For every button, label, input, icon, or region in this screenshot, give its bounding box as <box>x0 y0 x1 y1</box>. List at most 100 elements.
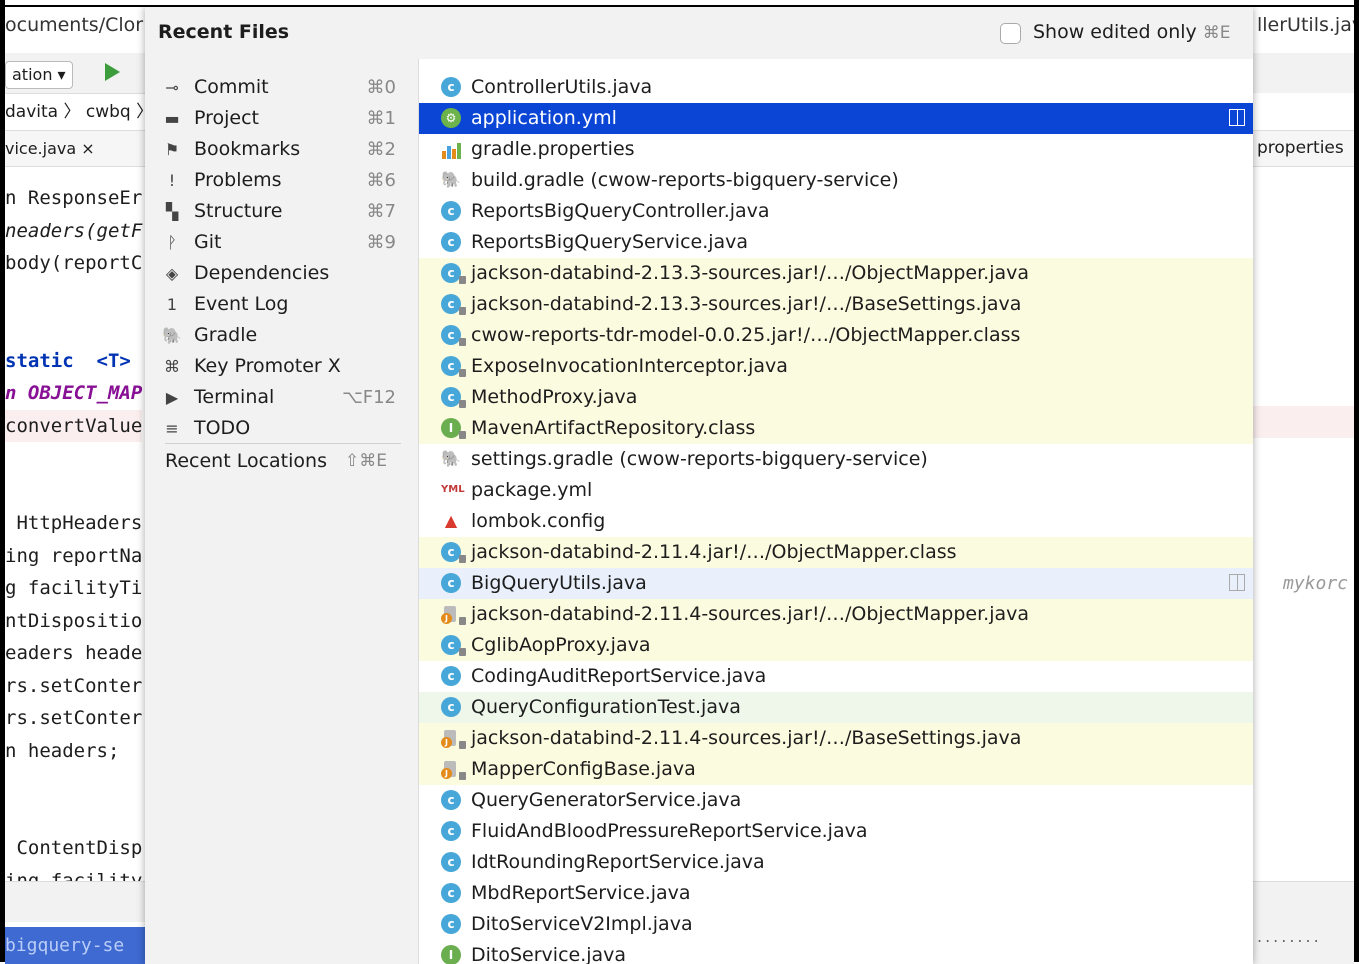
nav-item-shortcut: ⌘0 <box>366 77 396 98</box>
nav-item-structure[interactable]: ▚ Structure ⌘7 <box>145 196 418 227</box>
recent-file-row[interactable]: c CodingAuditReportService.java <box>419 661 1253 692</box>
lombok-icon: ▲ <box>444 511 458 530</box>
recent-file-row[interactable]: Jjackson-databind-2.11.4-sources.jar!/…/… <box>419 723 1253 754</box>
nav-item-label: Gradle <box>194 324 258 346</box>
nav-item-event-log[interactable]: 1 Event Log <box>145 289 418 320</box>
recent-files-list[interactable]: c ControllerUtils.java ⚙ application.yml gra… <box>419 59 1253 964</box>
recent-locations-link[interactable]: Recent Locations <box>165 446 327 477</box>
main-toolbar: ation ▾ <box>5 53 145 94</box>
show-edited-only-shortcut: ⌘E <box>1202 23 1231 43</box>
recent-file-row[interactable]: 🐘 settings.gradle (cwow-reports-bigquery-… <box>419 444 1253 475</box>
code-editor[interactable]: n ResponseEr neaders(getF body(reportC s… <box>5 182 143 897</box>
recent-file-row[interactable]: c FluidAndBloodPressureReportService.java <box>419 816 1253 847</box>
recent-file-row[interactable]: c MbdReportService.java <box>419 878 1253 909</box>
nav-item-commit[interactable]: ⊸ Commit ⌘0 <box>145 72 418 103</box>
class-locked-icon: c <box>441 325 466 346</box>
nav-item-project[interactable]: ▬ Project ⌘1 <box>145 103 418 134</box>
nav-item-key-promoter-x[interactable]: ⌘ Key Promoter X <box>145 351 418 382</box>
recent-file-row[interactable]: c DitoServiceV2Impl.java <box>419 909 1253 940</box>
popup-header: Recent Files Show edited only ⌘E <box>145 7 1253 59</box>
nav-item-label: Problems <box>194 169 282 191</box>
spring-config-icon: ⚙ <box>441 108 461 128</box>
run-icon[interactable] <box>105 63 120 81</box>
recent-file-row[interactable]: J MapperConfigBase.java <box>419 754 1253 785</box>
nav-item-terminal[interactable]: ▶ Terminal ⌥F12 <box>145 382 418 413</box>
recent-file-row[interactable]: gradle.properties <box>419 134 1253 165</box>
class-icon: c <box>441 201 461 221</box>
key-promoter-icon: ⌘ <box>164 357 180 376</box>
recent-file-row[interactable]: c ControllerUtils.java <box>419 72 1253 103</box>
nav-item-shortcut: ⌘6 <box>366 170 396 191</box>
recent-file-row[interactable]: c BigQueryUtils.java <box>419 568 1253 599</box>
run-configuration-selector[interactable]: ation ▾ <box>5 61 73 89</box>
test-class-icon: c <box>441 697 461 717</box>
show-edited-only-label[interactable]: Show edited only ⌘E <box>1033 21 1231 43</box>
highlighted-line <box>1253 406 1354 438</box>
recent-file-name: DitoService.java <box>471 944 627 964</box>
recent-file-row[interactable]: Jjackson-databind-2.11.4-sources.jar!/…/… <box>419 599 1253 630</box>
recent-file-row[interactable]: ▲ lombok.config <box>419 506 1253 537</box>
class-icon: c <box>441 573 461 593</box>
class-icon: c <box>441 232 461 252</box>
editor-tab-right[interactable]: properties <box>1253 131 1354 167</box>
nav-separator <box>165 443 401 444</box>
screen-border-right <box>1354 0 1359 962</box>
show-edited-only-checkbox[interactable] <box>1000 23 1021 44</box>
recent-file-row[interactable]: c ExposeInvocationInterceptor.java <box>419 351 1253 382</box>
nav-item-git[interactable]: ᚹ Git ⌘9 <box>145 227 418 258</box>
breadcrumb-right <box>1253 94 1354 131</box>
recent-file-name: gradle.properties <box>471 138 635 160</box>
recent-file-row[interactable]: c jackson-databind-2.13.3-sources.jar!/…/… <box>419 289 1253 320</box>
recent-file-name: DitoServiceV2Impl.java <box>471 913 693 935</box>
recent-file-row[interactable]: I DitoService.java <box>419 940 1253 964</box>
status-bar-project[interactable]: bigquery-se <box>5 927 145 964</box>
code-line: ing reportNa <box>5 544 143 567</box>
nav-item-label: Git <box>194 231 222 253</box>
class-locked-icon: c <box>441 635 466 656</box>
code-line: ntDispositio <box>5 609 143 632</box>
nav-item-problems[interactable]: ! Problems ⌘6 <box>145 165 418 196</box>
class-locked-icon: c <box>441 387 466 408</box>
java-source-locked-icon: J <box>441 604 466 625</box>
dependencies-icon: ◈ <box>165 264 179 283</box>
yml-icon: YML <box>441 484 465 495</box>
nav-item-dependencies[interactable]: ◈ Dependencies <box>145 258 418 289</box>
recent-file-row[interactable]: c ReportsBigQueryService.java <box>419 227 1253 258</box>
class-icon: c <box>441 821 461 841</box>
open-in-split-icon[interactable] <box>1229 109 1245 126</box>
problems-icon: ! <box>168 171 176 190</box>
recent-file-row[interactable]: c cwow-reports-tdr-model-0.0.25.jar!/…/Ob… <box>419 320 1253 351</box>
class-locked-icon: c <box>441 542 466 563</box>
nav-item-bookmarks[interactable]: ⚑ Bookmarks ⌘2 <box>145 134 418 165</box>
recent-file-row[interactable]: c ReportsBigQueryController.java <box>419 196 1253 227</box>
recent-file-row[interactable]: 🐘 build.gradle (cwow-reports-bigquery-ser… <box>419 165 1253 196</box>
recent-file-row[interactable]: c jackson-databind-2.13.3-sources.jar!/…/… <box>419 258 1253 289</box>
class-icon: c <box>441 914 461 934</box>
java-source-locked-icon: J <box>441 759 466 780</box>
recent-file-row[interactable]: c QueryConfigurationTest.java <box>419 692 1253 723</box>
recent-file-row[interactable]: YML package.yml <box>419 475 1253 506</box>
recent-file-name: package.yml <box>471 479 593 501</box>
nav-item-gradle[interactable]: 🐘 Gradle <box>145 320 418 351</box>
recent-file-row[interactable]: c jackson-databind-2.11.4.jar!/…/ObjectMa… <box>419 537 1253 568</box>
event-log-icon: 1 <box>166 295 178 314</box>
nav-item-shortcut: ⌘9 <box>366 232 396 253</box>
editor-tab[interactable]: vice.java × <box>5 131 145 167</box>
recent-file-row[interactable]: I MavenArtifactRepository.class <box>419 413 1253 444</box>
navigation-breadcrumb[interactable]: davita 〉 cwbq 〉 <box>5 94 153 131</box>
recent-file-row[interactable]: c IdtRoundingReportService.java <box>419 847 1253 878</box>
class-icon: c <box>441 790 461 810</box>
project-icon: ▬ <box>164 109 180 128</box>
window-title: ocuments/Clor <box>5 14 144 36</box>
recent-file-row[interactable]: c QueryGeneratorService.java <box>419 785 1253 816</box>
open-in-split-icon[interactable] <box>1229 574 1245 591</box>
nav-item-todo[interactable]: ≡ TODO <box>145 413 418 444</box>
recent-file-name: FluidAndBloodPressureReportService.java <box>471 820 868 842</box>
recent-file-row[interactable]: c CglibAopProxy.java <box>419 630 1253 661</box>
recent-file-name: build.gradle (cwow-reports-bigquery-serv… <box>471 169 899 191</box>
recent-file-row[interactable]: c MethodProxy.java <box>419 382 1253 413</box>
recent-file-row[interactable]: ⚙ application.yml <box>419 103 1253 134</box>
run-config-label: ation <box>12 65 53 84</box>
